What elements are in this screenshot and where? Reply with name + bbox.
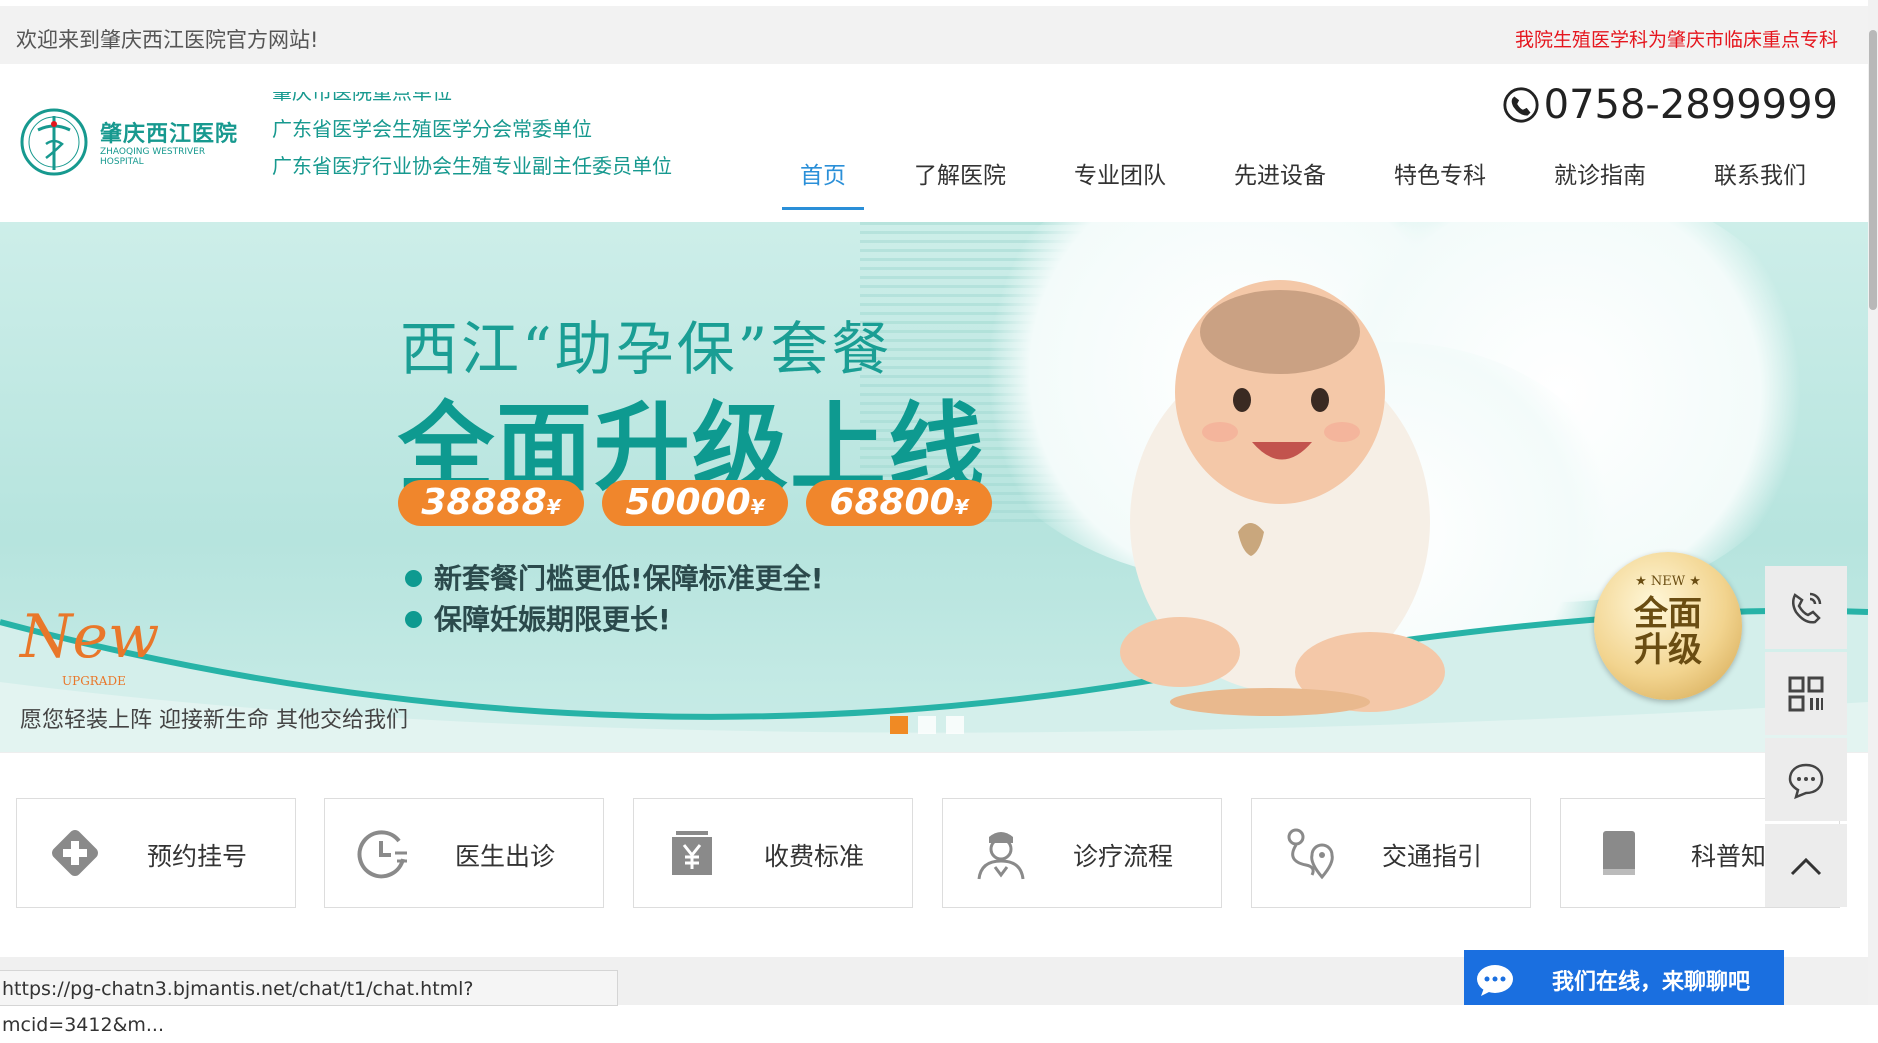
slide-dot[interactable]: [918, 716, 936, 734]
nav-item-about[interactable]: 了解医院: [896, 154, 1024, 210]
qrcode-icon: [1788, 676, 1824, 711]
upgrade-mark: UPGRADE: [62, 674, 126, 688]
page-scrollbar[interactable]: [1868, 0, 1878, 1005]
price-pill: 68800¥: [806, 480, 992, 526]
appointment-icon: [52, 830, 98, 876]
nav-item-contact[interactable]: 联系我们: [1696, 154, 1824, 210]
quick-link-doctor-schedule[interactable]: 医生出诊: [324, 798, 604, 908]
price-pill: 50000¥: [602, 480, 788, 526]
bullet-dot-icon: [405, 570, 422, 587]
side-qrcode-button[interactable]: [1765, 652, 1847, 735]
quick-link-label: 交通指引: [1382, 842, 1483, 871]
logo-name: 肇庆西江医院: [100, 122, 239, 147]
banner-slogan: 愿您轻装上阵 迎接新生命 其他交给我们: [20, 708, 408, 733]
nav-item-team[interactable]: 专业团队: [1056, 154, 1184, 210]
page: 欢迎来到肇庆西江医院官方网站! 我院生殖医学科为肇庆市临床重点专科 肇庆西江医院…: [0, 0, 1868, 1036]
badge-text-line: 升级: [1634, 630, 1702, 670]
notice-text[interactable]: 我院生殖医学科为肇庆市临床重点专科: [1515, 25, 1838, 52]
currency-symbol: ¥: [750, 495, 765, 519]
nav-item-specialty[interactable]: 特色专科: [1376, 154, 1504, 210]
hospital-logo[interactable]: 肇庆西江医院 ZHAOQING WESTRIVER HOSPITAL: [18, 94, 248, 194]
slide-dot[interactable]: [890, 716, 908, 734]
side-chat-button[interactable]: [1765, 738, 1847, 821]
online-chat-button[interactable]: 我们在线，来聊聊吧: [1464, 950, 1784, 1005]
location-route-icon: [1287, 828, 1334, 880]
new-mark: New: [20, 602, 160, 672]
scrollbar-thumb[interactable]: [1869, 30, 1877, 310]
honor-ticker: 肇庆市医院重点单位 广东省医学会生殖医学分会常委单位 广东省医疗行业协会生殖专业…: [272, 92, 702, 178]
price-pills: 38888¥ 50000¥ 68800¥: [398, 480, 992, 526]
quick-links: 预约挂号 医生出诊 收费标准 诊疗流程 交通指引 科普知识: [0, 752, 1868, 958]
quick-link-label: 预约挂号: [147, 842, 248, 871]
bullet-item: 新套餐门槛更低!保障标准更全!: [405, 558, 824, 599]
slide-dot[interactable]: [946, 716, 964, 734]
side-phone-button[interactable]: [1765, 566, 1847, 649]
phone-number: 0758-2899999: [1543, 82, 1838, 128]
clock-icon: [357, 830, 407, 879]
price-value: 68800: [829, 482, 955, 523]
bullet-dot-icon: [405, 611, 422, 628]
bullet-item: 保障妊娠期限更长!: [405, 599, 824, 640]
chat-label: 我们在线，来聊聊吧: [1552, 970, 1751, 995]
top-bar: 欢迎来到肇庆西江医院官方网站! 我院生殖医学科为肇庆市临床重点专科: [0, 6, 1868, 64]
status-bar-url: https://pg-chatn3.bjmantis.net/chat/t1/c…: [0, 970, 618, 1036]
chevron-up-icon: [1790, 857, 1822, 875]
badge-new-text: ★ NEW ★: [1635, 574, 1701, 589]
ticker-line: 肇庆市医院重点单位: [272, 92, 452, 104]
currency-symbol: ¥: [954, 495, 969, 519]
ticker-line: 广东省医学会生殖医学分会常委单位: [272, 117, 592, 141]
site-header: 肇庆西江医院 ZHAOQING WESTRIVER HOSPITAL 肇庆市医院…: [0, 64, 1868, 222]
phone-icon: [1792, 592, 1822, 624]
banner-bullets: 新套餐门槛更低!保障标准更全! 保障妊娠期限更长!: [405, 558, 824, 640]
quick-link-label: 医生出诊: [455, 842, 556, 871]
nav-item-equipment[interactable]: 先进设备: [1216, 154, 1344, 210]
logo-english-name: ZHAOQING WESTRIVER HOSPITAL: [100, 147, 206, 167]
main-nav: 首页 了解医院 专业团队 先进设备 特色专科 就诊指南 联系我们: [782, 154, 1824, 210]
phone-icon: [1503, 87, 1539, 123]
quick-link-label: 诊疗流程: [1073, 842, 1174, 871]
side-back-to-top-button[interactable]: [1765, 824, 1847, 907]
nav-item-home[interactable]: 首页: [782, 154, 864, 210]
currency-symbol: ¥: [546, 495, 561, 519]
welcome-text: 欢迎来到肇庆西江医院官方网站!: [16, 28, 319, 52]
badge-text-line: 全面: [1634, 594, 1702, 634]
bullet-text: 保障妊娠期限更长!: [434, 603, 671, 636]
hotline[interactable]: 0758-2899999: [1502, 82, 1838, 128]
quick-link-label: 收费标准: [764, 842, 865, 871]
book-icon: [1603, 831, 1635, 875]
yuan-fee-icon: [672, 831, 712, 875]
upgrade-badge: ★ NEW ★ 全面 升级: [1594, 552, 1742, 700]
price-value: 50000: [625, 482, 751, 523]
slide-indicators: [890, 716, 964, 734]
quick-link-process[interactable]: 诊疗流程: [942, 798, 1222, 908]
nav-item-guide[interactable]: 就诊指南: [1536, 154, 1664, 210]
baby-image: [1120, 280, 1445, 716]
chat-bubble-icon: [1477, 965, 1513, 996]
badge-text: 全面 升级: [1594, 596, 1742, 668]
quick-link-traffic[interactable]: 交通指引: [1251, 798, 1531, 908]
hero-banner[interactable]: 西江“助孕保”套餐 全面升级上线 38888¥ 50000¥ 68800¥ 新套…: [0, 222, 1868, 752]
hospital-emblem-icon: [20, 108, 88, 176]
quick-link-fees[interactable]: 收费标准: [633, 798, 913, 908]
chat-icon: [1788, 763, 1824, 799]
price-pill: 38888¥: [398, 480, 584, 526]
side-float-toolbar: [1765, 566, 1847, 910]
ticker-line: 广东省医疗行业协会生殖专业副主任委员单位: [272, 154, 672, 178]
bullet-text: 新套餐门槛更低!保障标准更全!: [434, 562, 824, 595]
price-value: 38888: [421, 482, 547, 523]
quick-link-appointment[interactable]: 预约挂号: [16, 798, 296, 908]
doctor-icon: [977, 832, 1025, 880]
